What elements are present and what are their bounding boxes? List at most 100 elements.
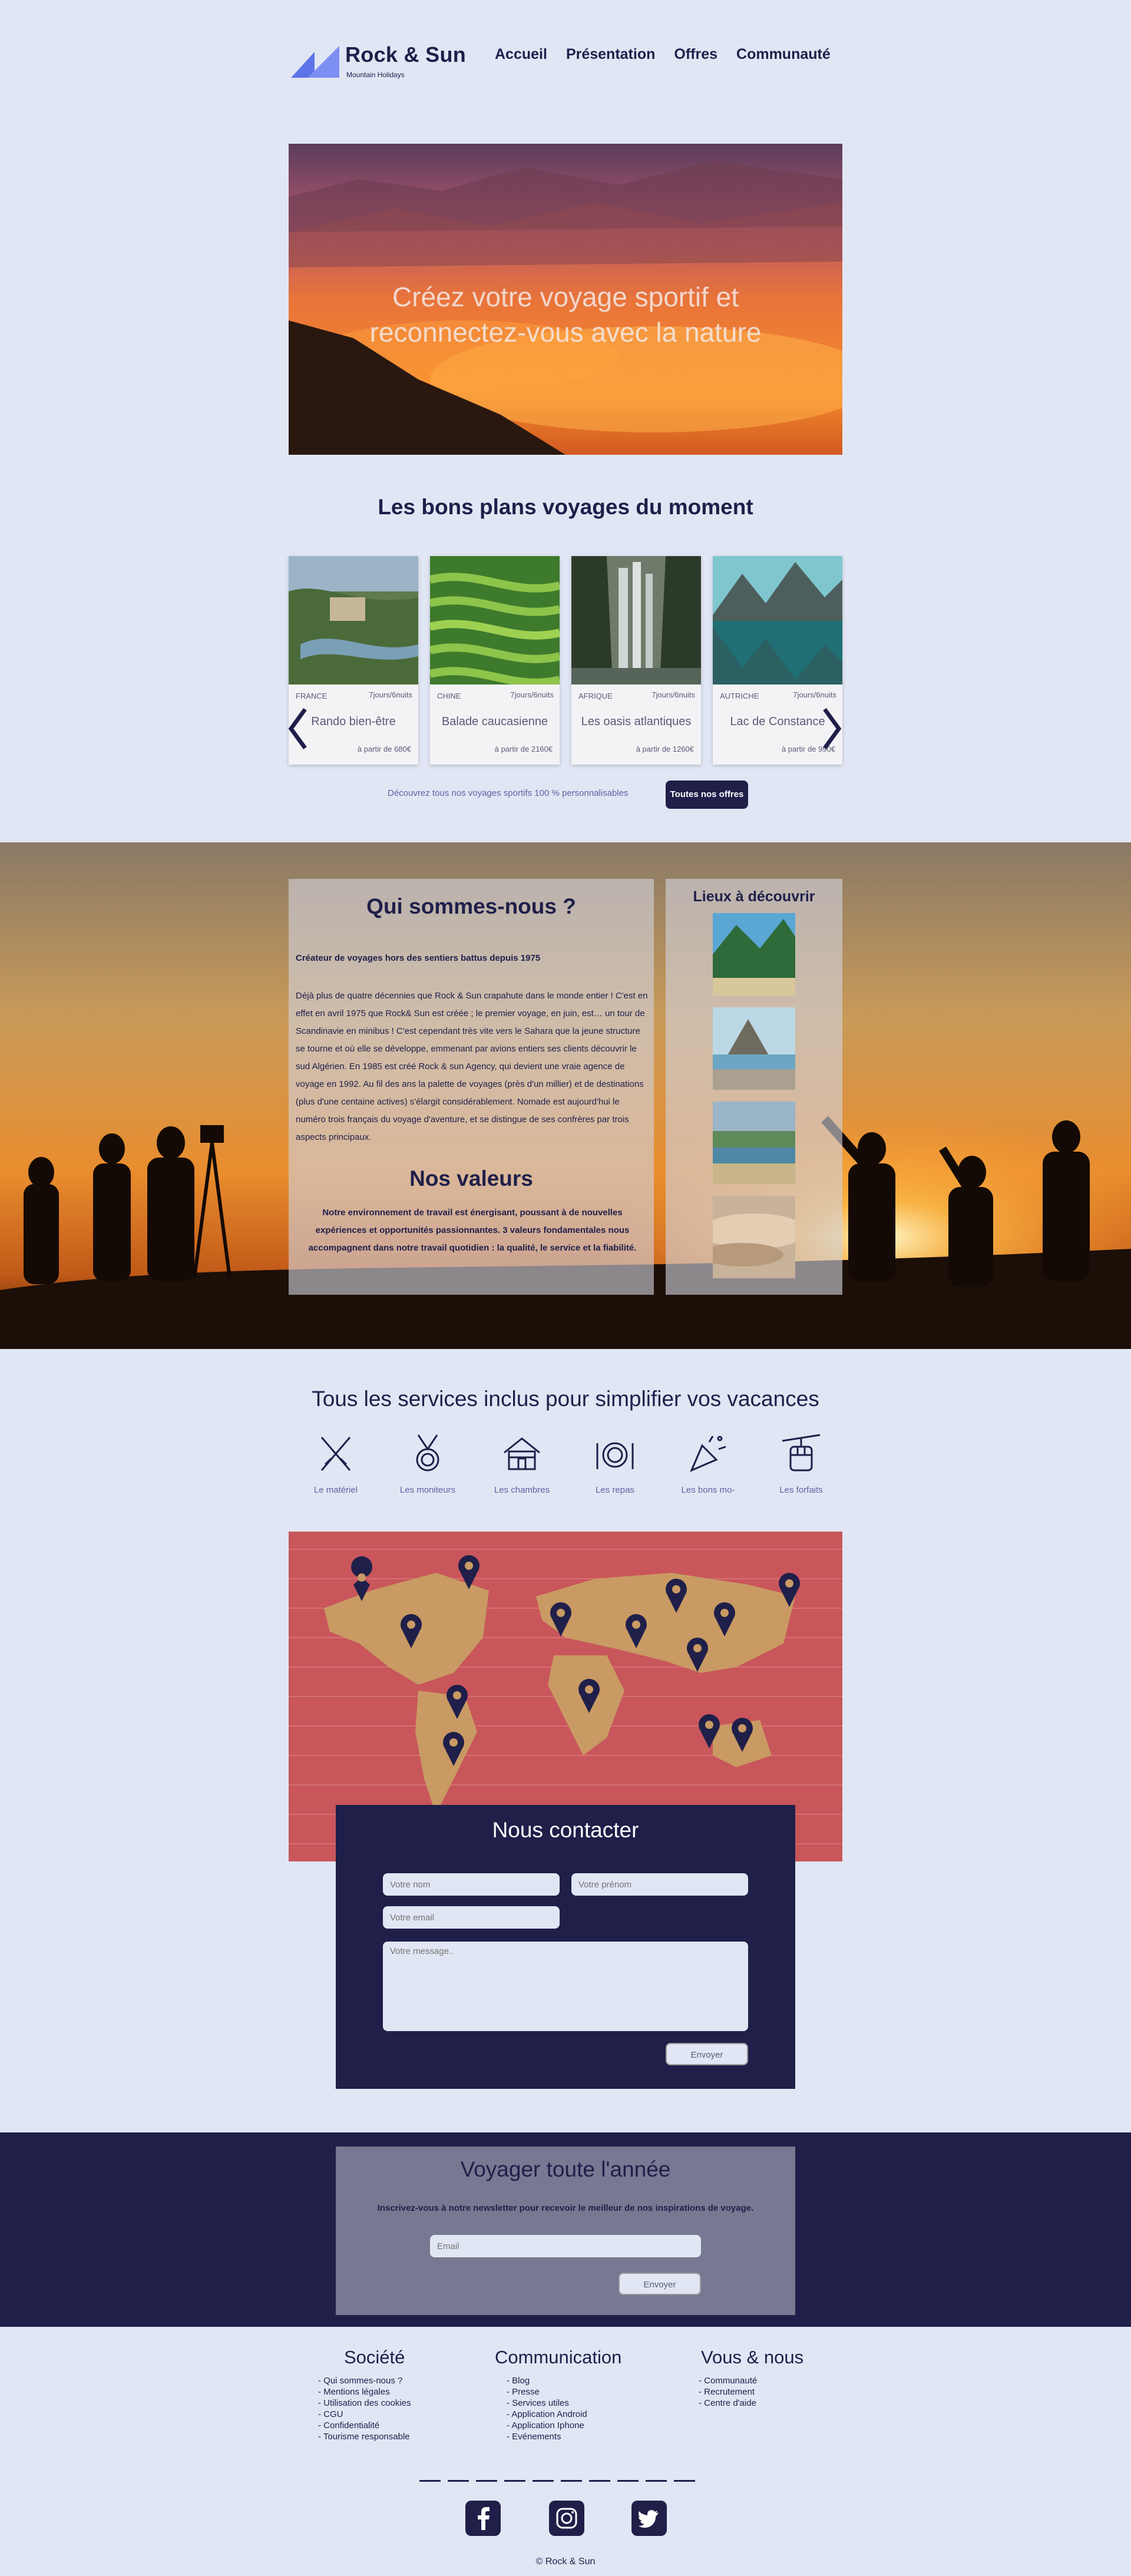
deal-image-autriche [713,556,842,684]
about-subtitle: Créateur de voyages hors des sentiers ba… [296,953,541,963]
divider-dash [561,2480,582,2482]
footer-link[interactable]: - Mentions légales [318,2386,411,2398]
main-nav: Accueil Présentation Offres Communauté [495,46,831,63]
about-panel: Qui sommes-nous ? Créateur de voyages ho… [289,879,654,1295]
footer-link[interactable]: - Services utiles [507,2398,621,2409]
footer-link[interactable]: - Communauté [699,2375,803,2386]
instagram-icon[interactable] [549,2501,584,2536]
service-item[interactable]: Le matériel [289,1431,383,1495]
deal-card[interactable]: CHINE 7jours/6nuits Balade caucasienne à… [430,556,560,765]
deal-country: AFRIQUE [578,692,613,700]
newsletter-title: Voyager toute l'année [460,2157,671,2181]
party-popper-icon [690,1436,726,1472]
hero-line-1: Créez votre voyage sportif et [392,282,739,312]
footer-column-communication: Communication - Blog - Presse - Services… [495,2347,621,2442]
about-title: Qui sommes-nous ? [366,894,576,918]
deal-price: à partir de 2160€ [494,745,553,753]
service-label: Les bons mo- [681,1485,735,1495]
places-title: Lieux à découvrir [693,888,815,905]
contact-title: Nous contacter [492,1818,639,1842]
deal-duration: 7jours/6nuits [793,690,836,699]
deal-duration: 7jours/6nuits [369,690,412,699]
values-body: Notre environnement de travail est énerg… [308,1208,637,1253]
footer-link[interactable]: - Recrutement [699,2386,803,2398]
carousel-prev-arrow-icon[interactable] [287,707,307,750]
deal-image-chine [430,556,560,684]
email-field[interactable] [383,1906,560,1929]
newsletter-send-button[interactable]: Envoyer [619,2273,701,2295]
message-field[interactable] [383,1942,748,2031]
about-body: Déjà plus de quatre décennies que Rock &… [296,991,648,1142]
discover-text: Découvrez tous nos voyages sportifs 100 … [388,788,629,798]
footer-column-title: Communication [495,2347,622,2367]
place-thumbnail[interactable] [713,1196,795,1278]
values-title: Nos valeurs [409,1166,533,1191]
service-item[interactable]: Les repas [568,1431,662,1495]
footer-link[interactable]: - CGU [318,2409,411,2420]
deal-price: à partir de 680€ [357,745,411,753]
service-item[interactable]: Les chambres [475,1431,569,1495]
deal-card[interactable]: AFRIQUE 7jours/6nuits Les oasis atlantiq… [571,556,701,765]
carousel-next-arrow-icon[interactable] [822,707,842,750]
place-thumbnail[interactable] [713,1102,795,1184]
nav-presentation[interactable]: Présentation [566,46,655,63]
deals-carousel: FRANCE 7jours/6nuits Rando bien-être à p… [289,556,842,765]
footer-link[interactable]: - Confidentialité [318,2420,411,2431]
nav-communaute[interactable]: Communauté [736,46,831,63]
nav-offres[interactable]: Offres [674,46,717,63]
divider-dash [419,2480,441,2482]
cable-car-icon [782,1434,821,1471]
service-item[interactable]: Les forfaits [754,1431,848,1495]
medal-icon [416,1434,439,1471]
deal-name: Rando bien-être [311,715,396,728]
place-thumbnail[interactable] [713,1007,795,1090]
nav-accueil[interactable]: Accueil [495,46,547,63]
hero-banner: Créez votre voyage sportif et reconnecte… [289,144,842,455]
service-item[interactable]: Les bons mo- [661,1431,755,1495]
hero-headline: Créez votre voyage sportif et reconnecte… [289,279,842,350]
divider-dash [646,2480,667,2482]
deal-country: CHINE [437,692,461,700]
deal-duration: 7jours/6nuits [510,690,554,699]
contact-form: Nous contacter Envoyer [336,1805,795,2089]
footer-link[interactable]: - Evénements [507,2431,621,2442]
service-label: Les chambres [494,1485,550,1495]
footer-link[interactable]: - Centre d'aide [699,2398,803,2409]
places-panel: Lieux à découvrir [666,879,842,1295]
newsletter-panel: Voyager toute l'année Inscrivez-vous à n… [336,2147,795,2315]
divider-dash [476,2480,497,2482]
divider-dash [589,2480,610,2482]
name-field[interactable] [383,1873,560,1896]
deal-price: à partir de 1260€ [636,745,694,753]
logo-icon[interactable] [291,46,339,78]
divider-dash [448,2480,469,2482]
deal-image-afrique [571,556,701,684]
footer-link[interactable]: - Presse [507,2386,621,2398]
deal-country: FRANCE [296,692,328,700]
footer-link[interactable]: - Utilisation des cookies [318,2398,411,2409]
footer-link[interactable]: - Application Iphone [507,2420,621,2431]
facebook-icon[interactable] [465,2501,501,2536]
footer-link[interactable]: - Application Android [507,2409,621,2420]
all-offers-button[interactable]: Toutes nos offres [666,781,748,809]
newsletter-subtitle: Inscrivez-vous à notre newsletter pour r… [377,2203,754,2213]
contact-send-button[interactable]: Envoyer [666,2043,748,2065]
deals-title: Les bons plans voyages du moment [378,495,753,519]
chalet-icon [504,1437,540,1470]
page: Rock & Sun Mountain Holidays Accueil Pré… [0,0,1131,2576]
brand-tagline: Mountain Holidays [346,71,405,79]
deal-card[interactable]: FRANCE 7jours/6nuits Rando bien-être à p… [289,556,418,765]
service-item[interactable]: Les moniteurs [381,1431,475,1495]
brand-name[interactable]: Rock & Sun [345,42,466,67]
twitter-icon[interactable] [631,2501,667,2536]
services-list: Le matériel Les moniteurs Les chambres L… [289,1431,842,1502]
footer-link[interactable]: - Qui sommes-nous ? [318,2375,411,2386]
newsletter-email-field[interactable] [430,2235,701,2257]
place-thumbnail[interactable] [713,913,795,996]
footer-link[interactable]: - Blog [507,2375,621,2386]
firstname-field[interactable] [571,1873,748,1896]
footer-link[interactable]: - Tourisme responsable [318,2431,411,2442]
services-title: Tous les services inclus pour simplifier… [312,1387,819,1411]
footer-column-title: Société [344,2347,405,2367]
divider-dash [617,2480,639,2482]
